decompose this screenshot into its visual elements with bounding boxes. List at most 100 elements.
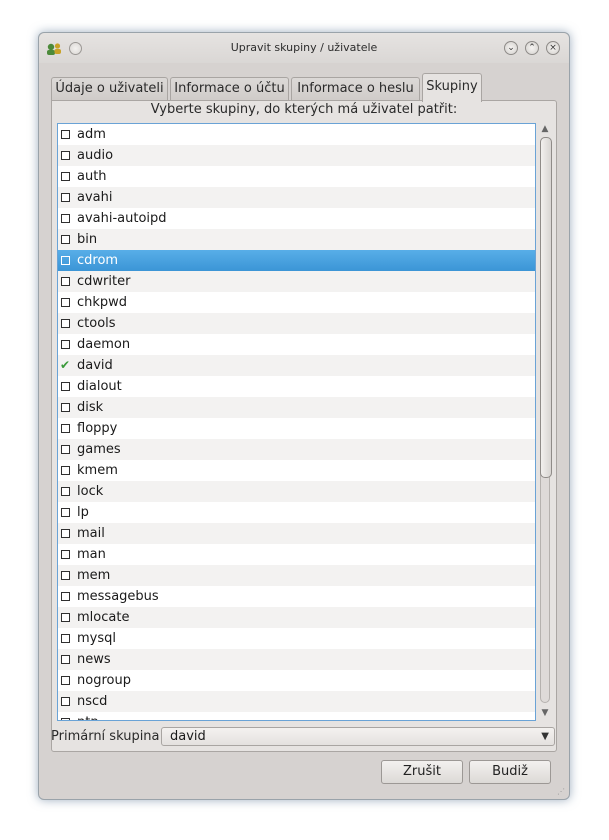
group-checkbox[interactable] <box>61 487 70 496</box>
group-name: lock <box>77 484 104 499</box>
group-checkbox[interactable] <box>61 634 70 643</box>
group-name: ntp <box>77 712 99 720</box>
group-row-news[interactable]: news <box>58 649 535 670</box>
group-row-cdrom[interactable]: cdrom <box>58 250 535 271</box>
primary-group-value: david <box>170 729 206 744</box>
group-checkbox[interactable] <box>61 193 70 202</box>
group-name: dialout <box>77 379 122 394</box>
group-checkbox[interactable] <box>61 298 70 307</box>
group-checkbox[interactable] <box>61 676 70 685</box>
group-row-cdwriter[interactable]: cdwriter <box>58 271 535 292</box>
group-name: avahi-autoipd <box>77 211 167 226</box>
maximize-button[interactable]: ⌃ <box>525 41 539 55</box>
group-name: mlocate <box>77 610 130 625</box>
group-row-dialout[interactable]: dialout <box>58 376 535 397</box>
group-checkbox[interactable] <box>61 172 70 181</box>
close-button[interactable]: × <box>546 41 560 55</box>
group-checkbox[interactable] <box>61 151 70 160</box>
group-name: messagebus <box>77 589 159 604</box>
scroll-thumb[interactable] <box>540 137 552 478</box>
group-row-floppy[interactable]: floppy <box>58 418 535 439</box>
group-row-daemon[interactable]: daemon <box>58 334 535 355</box>
group-row-lock[interactable]: lock <box>58 481 535 502</box>
group-row-mem[interactable]: mem <box>58 565 535 586</box>
group-row-nscd[interactable]: nscd <box>58 691 535 712</box>
group-checkbox[interactable] <box>61 466 70 475</box>
scroll-up-icon[interactable]: ▲ <box>539 123 551 135</box>
group-name: cdwriter <box>77 274 131 289</box>
chevron-down-icon: ▼ <box>541 731 549 742</box>
group-row-kmem[interactable]: kmem <box>58 460 535 481</box>
groups-list-scrollbar[interactable]: ▲ ▼ <box>537 123 553 721</box>
group-row-avahi-autoipd[interactable]: avahi-autoipd <box>58 208 535 229</box>
group-name: auth <box>77 169 107 184</box>
group-name: bin <box>77 232 98 247</box>
groups-list[interactable]: adm audio auth avahi avahi-autoipd bin cdrom cd… <box>57 123 536 721</box>
shade-button[interactable]: ⌄ <box>504 41 518 55</box>
group-row-games[interactable]: games <box>58 439 535 460</box>
checkmark-icon[interactable]: ✔ <box>60 355 70 376</box>
group-name: floppy <box>77 421 118 436</box>
group-checkbox[interactable] <box>61 445 70 454</box>
group-checkbox[interactable] <box>61 340 70 349</box>
group-row-man[interactable]: man <box>58 544 535 565</box>
primary-group-select[interactable]: david ▼ <box>161 727 555 746</box>
primary-group-label: Primární skupina <box>51 729 160 744</box>
group-name: nogroup <box>77 673 131 688</box>
group-checkbox[interactable] <box>61 613 70 622</box>
group-checkbox[interactable] <box>61 382 70 391</box>
scroll-down-icon[interactable]: ▼ <box>539 707 551 719</box>
group-checkbox[interactable] <box>61 718 70 720</box>
group-row-mail[interactable]: mail <box>58 523 535 544</box>
group-name: man <box>77 547 106 562</box>
group-checkbox[interactable] <box>61 697 70 706</box>
group-row-bin[interactable]: bin <box>58 229 535 250</box>
group-row-auth[interactable]: auth <box>58 166 535 187</box>
group-row-david[interactable]: ✔ david <box>58 355 535 376</box>
group-row-messagebus[interactable]: messagebus <box>58 586 535 607</box>
resize-grip-icon[interactable]: ⋰ <box>557 787 565 796</box>
group-checkbox[interactable] <box>61 403 70 412</box>
group-checkbox[interactable] <box>61 508 70 517</box>
group-checkbox[interactable] <box>61 571 70 580</box>
tab-account-info[interactable]: Informace o účtu <box>170 77 289 101</box>
group-name: kmem <box>77 463 118 478</box>
group-name: news <box>77 652 111 667</box>
group-name: mysql <box>77 631 116 646</box>
ok-button[interactable]: Budiž <box>469 760 551 784</box>
dialog-window: Upravit skupiny / uživatele ⌄ ⌃ × Údaje … <box>38 32 570 800</box>
group-row-avahi[interactable]: avahi <box>58 187 535 208</box>
group-row-ntp[interactable]: ntp <box>58 712 535 720</box>
tab-groups[interactable]: Skupiny <box>422 73 482 102</box>
group-name: mail <box>77 526 105 541</box>
group-row-nogroup[interactable]: nogroup <box>58 670 535 691</box>
group-checkbox[interactable] <box>61 655 70 664</box>
group-checkbox[interactable] <box>61 235 70 244</box>
group-name: nscd <box>77 694 108 709</box>
group-row-disk[interactable]: disk <box>58 397 535 418</box>
group-name: david <box>77 358 113 373</box>
group-row-adm[interactable]: adm <box>58 124 535 145</box>
group-row-ctools[interactable]: ctools <box>58 313 535 334</box>
title-bar[interactable]: Upravit skupiny / uživatele ⌄ ⌃ × <box>39 33 569 63</box>
group-checkbox[interactable] <box>61 319 70 328</box>
group-row-audio[interactable]: audio <box>58 145 535 166</box>
cancel-button[interactable]: Zrušit <box>381 760 463 784</box>
group-checkbox[interactable] <box>61 529 70 538</box>
tab-user-details[interactable]: Údaje o uživateli <box>51 77 168 101</box>
group-checkbox[interactable] <box>61 256 70 265</box>
group-row-mysql[interactable]: mysql <box>58 628 535 649</box>
group-checkbox[interactable] <box>61 214 70 223</box>
scroll-track[interactable] <box>540 137 552 703</box>
group-checkbox[interactable] <box>61 550 70 559</box>
group-checkbox[interactable] <box>61 424 70 433</box>
group-name: audio <box>77 148 114 163</box>
group-row-lp[interactable]: lp <box>58 502 535 523</box>
tab-password-info[interactable]: Informace o heslu <box>291 77 420 101</box>
group-checkbox[interactable] <box>61 277 70 286</box>
group-checkbox[interactable] <box>61 592 70 601</box>
group-checkbox[interactable] <box>61 130 70 139</box>
group-row-chkpwd[interactable]: chkpwd <box>58 292 535 313</box>
group-name: cdrom <box>77 253 119 268</box>
group-row-mlocate[interactable]: mlocate <box>58 607 535 628</box>
